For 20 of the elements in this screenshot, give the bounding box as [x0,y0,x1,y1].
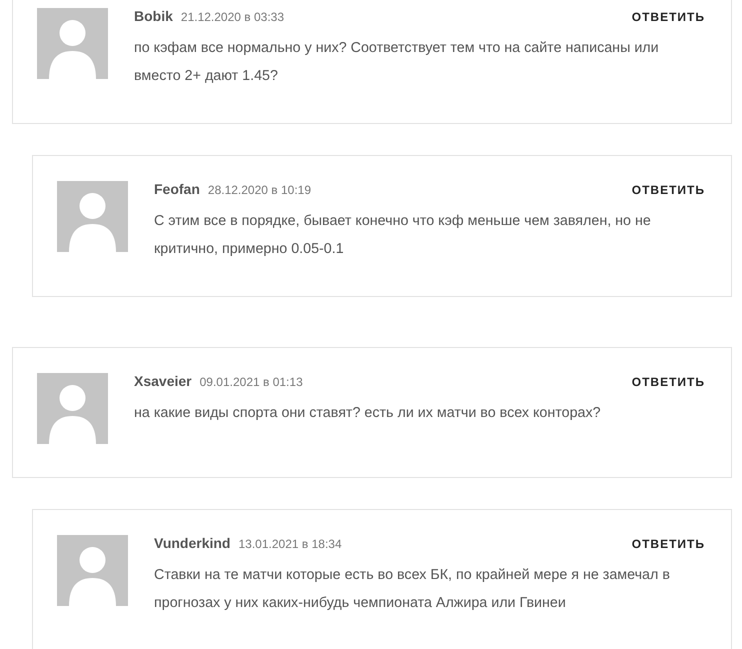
comment-text: С этим все в порядке, бывает конечно что кэф меньше чем завялен, но не критично, примерно 0.05-0.1 [154,212,652,259]
comment-date: 21.12.2020 в 03:33 [180,10,286,24]
avatar-icon [37,373,108,444]
reply-button[interactable]: ОТВЕТИТЬ [632,183,705,197]
comment-date: 28.12.2020 в 10:19 [208,183,312,197]
author-name: Feofan [154,181,200,197]
comment-date: 09.01.2021 в 01:13 [200,375,304,389]
comment-text: на какие виды спорта они ставят? есть ли их матчи во всех конторах? [134,404,602,423]
avatar-icon [37,8,108,79]
comment-text: Ставки на те матчи которые есть во всех БК, по крайней мере я не замечал в прогнозах у них каких-нибудь чемпионата Алжира или Гвинеи [154,566,671,613]
author-name: Bobik [134,8,173,24]
reply-button[interactable]: ОТВЕТИТЬ [632,375,705,389]
comment-text: по кэфам все нормально у них? Соответствует тем что на сайте написаны или вместо 2+ дают 1.45? [134,39,660,86]
reply-button[interactable]: ОТВЕТИТЬ [632,10,705,24]
avatar-icon [57,181,128,252]
author-name: Xsaveier [134,373,192,389]
comment-date: 13.01.2021 в 18:34 [238,537,343,551]
avatar-icon [57,535,128,606]
author-name: Vunderkind [154,535,230,551]
reply-button[interactable]: ОТВЕТИТЬ [632,537,705,551]
